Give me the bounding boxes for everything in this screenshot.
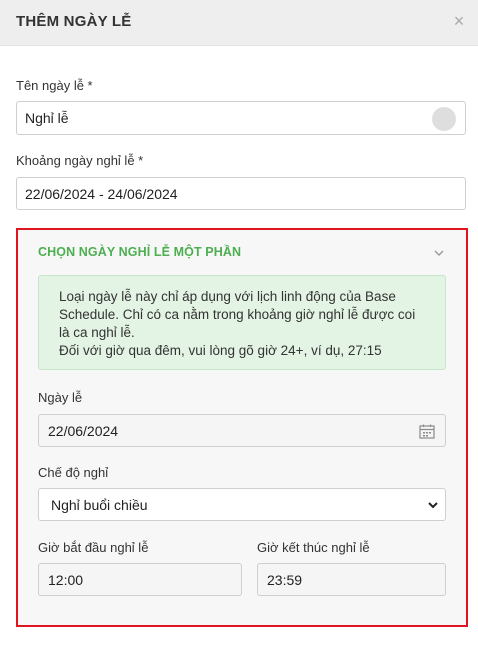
modal-title: THÊM NGÀY LỄ [16, 13, 132, 30]
calendar-icon[interactable] [419, 424, 435, 439]
info-notice: Loại ngày lễ này chỉ áp dụng với lịch li… [38, 275, 446, 370]
partial-holiday-section: CHỌN NGÀY NGHỈ LỄ MỘT PHẦN Loại ngày lễ … [16, 228, 468, 627]
start-time-label: Giờ bắt đầu nghỉ lễ [38, 540, 149, 555]
start-time-input[interactable]: 12:00 [38, 563, 242, 596]
holiday-date-input[interactable]: 22/06/2024 [38, 414, 446, 447]
leave-mode-select[interactable]: Nghỉ buổi chiều [38, 488, 446, 521]
info-line: là ca nghỉ lễ. [59, 325, 135, 340]
holiday-date-label: Ngày lễ [38, 390, 83, 405]
chevron-down-icon[interactable] [434, 248, 444, 258]
info-line: Schedule. Chỉ có ca nằm trong khoảng giờ… [59, 307, 416, 322]
end-time-label: Giờ kết thúc nghỉ lễ [257, 540, 370, 555]
partial-holiday-title[interactable]: CHỌN NGÀY NGHỈ LỄ MỘT PHẦN [38, 245, 241, 259]
holiday-date-value: 22/06/2024 [48, 422, 119, 439]
holiday-name-input[interactable]: Nghỉ lễ [16, 101, 466, 135]
dropdown-arrow-icon[interactable] [427, 500, 439, 510]
leave-mode-value: Nghỉ buổi chiều [51, 496, 148, 513]
end-time-input[interactable]: 23:59 [257, 563, 446, 596]
end-time-value: 23:59 [267, 571, 303, 588]
holiday-name-value: Nghỉ lễ [25, 110, 69, 126]
start-time-value: 12:00 [48, 571, 84, 588]
leave-mode-label: Chế độ nghỉ [38, 465, 109, 480]
info-line: Loại ngày lễ này chỉ áp dụng với lịch li… [59, 289, 396, 304]
info-line: Đối với giờ qua đêm, vui lòng gõ giờ 24+… [59, 343, 382, 358]
holiday-range-label: Khoảng ngày nghỉ lễ * [16, 153, 144, 168]
modal-header: THÊM NGÀY LỄ × [0, 0, 478, 46]
toggle-indicator[interactable] [432, 107, 456, 131]
holiday-range-input[interactable]: 22/06/2024 - 24/06/2024 [16, 177, 466, 210]
close-icon[interactable]: × [450, 11, 468, 31]
holiday-name-label: Tên ngày lễ * [16, 78, 93, 93]
holiday-range-value: 22/06/2024 - 24/06/2024 [25, 185, 178, 202]
